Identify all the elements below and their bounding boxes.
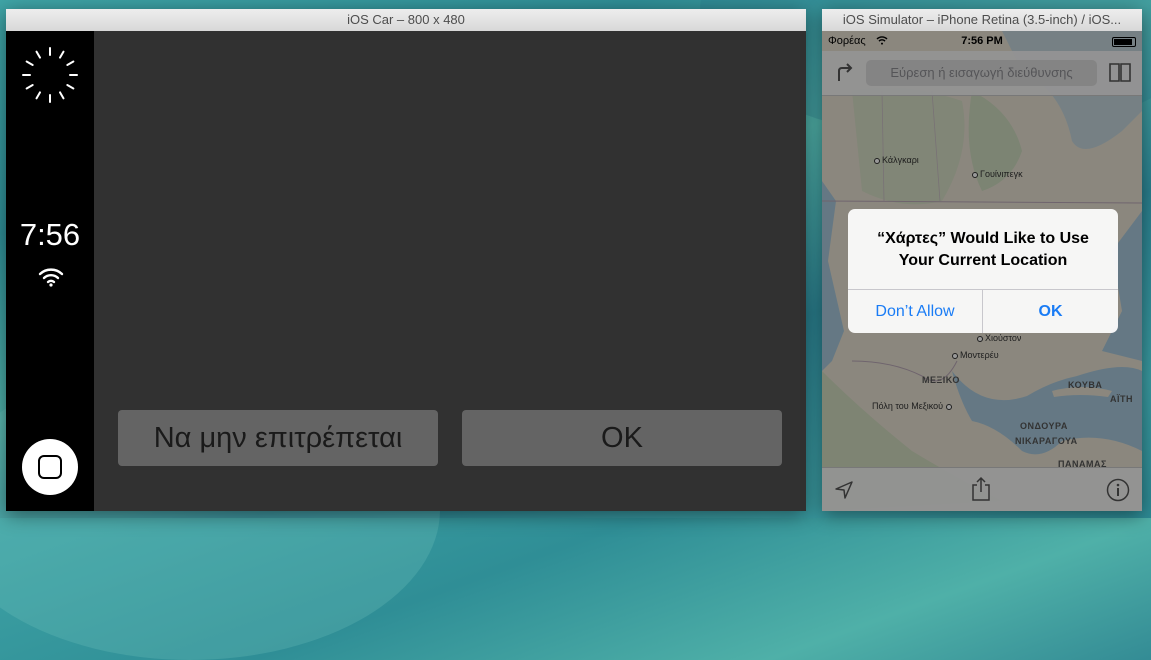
ios-simulator-window: iOS Simulator – iPhone Retina (3.5-inch)… — [822, 9, 1142, 511]
wifi-icon — [38, 268, 64, 287]
spinner-tick — [49, 47, 51, 56]
ios-car-window: iOS Car – 800 x 480 7:56 Να μην επιτρέπε… — [6, 9, 806, 511]
car-screen: 7:56 Να μην επιτρέπεται OK — [6, 31, 806, 511]
spinner-tick — [22, 74, 31, 76]
spinner-tick — [65, 83, 75, 90]
spinner-tick — [58, 90, 65, 100]
spinner-tick — [69, 74, 78, 76]
car-window-title: iOS Car – 800 x 480 — [6, 9, 806, 32]
simulator-window-title: iOS Simulator – iPhone Retina (3.5-inch)… — [822, 9, 1142, 32]
location-permission-alert: “Χάρτες” Would Like to Use Your Current … — [848, 209, 1118, 333]
spinner-icon — [22, 47, 78, 103]
alert-ok-button[interactable]: OK — [983, 290, 1118, 333]
car-ok-button[interactable]: OK — [462, 410, 782, 466]
iphone-screen: Κάλγκαρι Γουίνιπεγκ Χιούστον Μοντερέυ ΜΕ… — [822, 31, 1142, 511]
car-side-rail: 7:56 — [6, 31, 94, 511]
alert-title-line-2: Your Current Location — [898, 252, 1068, 269]
spinner-tick — [65, 60, 75, 67]
home-icon — [38, 455, 62, 479]
spinner-tick — [25, 83, 35, 90]
home-button[interactable] — [22, 439, 78, 495]
spinner-tick — [49, 94, 51, 103]
alert-title-line-1: “Χάρτες” Would Like to Use — [877, 230, 1089, 247]
car-clock: 7:56 — [19, 217, 81, 252]
spinner-tick — [25, 60, 35, 67]
spinner-tick — [35, 90, 42, 100]
car-deny-button[interactable]: Να μην επιτρέπεται — [118, 410, 438, 466]
spinner-tick — [35, 50, 42, 60]
alert-button-row: Don’t Allow OK — [848, 289, 1118, 333]
alert-title: “Χάρτες” Would Like to Use Your Current … — [848, 228, 1118, 272]
alert-dont-allow-button[interactable]: Don’t Allow — [848, 290, 983, 333]
spinner-tick — [58, 50, 65, 60]
